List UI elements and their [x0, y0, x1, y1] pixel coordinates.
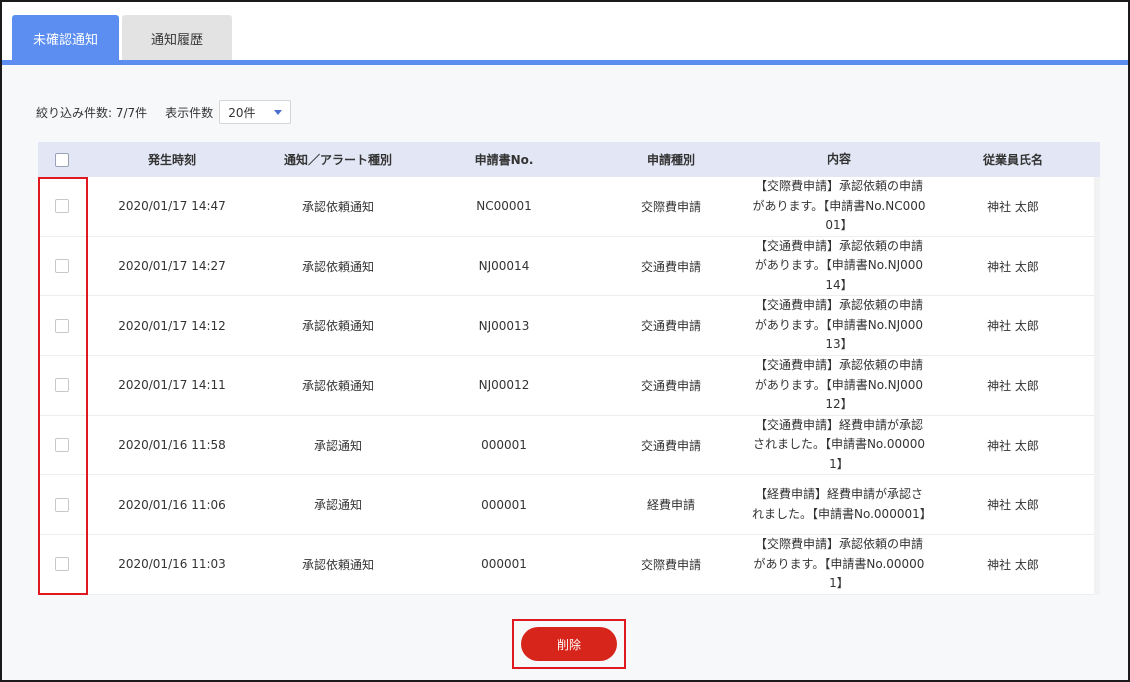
tab-unconfirmed-notifications[interactable]: 未確認通知: [12, 15, 119, 61]
cell-type: 承認通知: [313, 438, 362, 453]
cell-time: 2020/01/16 11:06: [118, 497, 226, 512]
delete-button[interactable]: 削除: [521, 627, 617, 661]
cell-name: 神社 太郎: [987, 557, 1039, 572]
tab-bar: 未確認通知 通知履歴: [12, 15, 232, 61]
cell-content: 【交際費申請】承認依頼の申請があります。【申請書No.NC00001】: [752, 177, 926, 236]
cell-time: 2020/01/17 14:11: [118, 378, 226, 393]
cell-type: 承認通知: [313, 498, 362, 513]
select-all-checkbox[interactable]: [55, 152, 69, 167]
table-row[interactable]: 2020/01/17 14:47 承認依頼通知 NC00001 交際費申請 【交…: [38, 177, 1100, 237]
row-checkbox[interactable]: [55, 378, 69, 393]
cell-no: 000001: [481, 497, 527, 512]
table-scrollbar[interactable]: [1094, 177, 1100, 595]
cell-type: 承認依頼通知: [301, 319, 374, 334]
cell-content-text: 【交際費申請】承認依頼の申請があります。【申請書No.NC00001】: [752, 179, 926, 233]
cell-name: 神社 太郎: [987, 319, 1039, 334]
cell-kind: 交通費申請: [640, 259, 701, 274]
cell-no: NJ00012: [478, 378, 530, 393]
cell-time: 2020/01/16 11:03: [118, 557, 226, 572]
cell-kind: 交際費申請: [640, 199, 701, 214]
cell-type: 承認依頼通知: [301, 557, 374, 572]
header-name: 従業員氏名: [982, 153, 1043, 167]
cell-time: 2020/01/17 14:27: [118, 259, 226, 274]
cell-content-text: 【交通費申請】経費申請が承認されました。【申請書No.000001】: [752, 417, 926, 471]
table-row[interactable]: 2020/01/16 11:06 承認通知 000001 経費申請 【経費申請】…: [38, 475, 1100, 536]
row-checkbox[interactable]: [55, 497, 69, 512]
cell-time: 2020/01/17 14:47: [118, 199, 226, 214]
chevron-down-icon: [274, 109, 283, 115]
cell-kind: 交際費申請: [640, 557, 701, 572]
row-check-cell: [38, 199, 86, 214]
row-check-cell: [38, 557, 86, 572]
page-size-select[interactable]: 20件: [219, 100, 292, 124]
page-size-value: 20件: [228, 105, 256, 120]
delete-button-highlight: 削除: [512, 619, 626, 669]
cell-type: 承認依頼通知: [301, 378, 374, 393]
cell-name: 神社 太郎: [987, 498, 1039, 513]
cell-content: 【交通費申請】経費申請が承認されました。【申請書No.000001】: [752, 416, 926, 475]
header-check-cell: [38, 152, 86, 167]
row-check-cell: [38, 318, 86, 333]
tab-notification-history[interactable]: 通知履歴: [122, 15, 232, 61]
row-checkbox[interactable]: [55, 199, 69, 214]
cell-no: 000001: [481, 438, 527, 453]
page-size-label: 表示件数: [165, 105, 214, 120]
header-kind: 申請種別: [646, 153, 695, 167]
cell-no: NJ00013: [478, 318, 530, 333]
cell-no: NJ00014: [478, 259, 530, 274]
cell-kind: 交通費申請: [640, 438, 701, 453]
cell-name: 神社 太郎: [987, 438, 1039, 453]
table-row[interactable]: 2020/01/16 11:03 承認依頼通知 000001 交際費申請 【交際…: [38, 535, 1100, 595]
header-content: 内容: [752, 150, 926, 170]
cell-content: 【交通費申請】承認依頼の申請があります。【申請書No.NJ00012】: [752, 356, 926, 415]
filter-count: 絞り込み件数: 7/7件: [36, 105, 148, 120]
notification-table: 発生時刻 通知／アラート種別 申請書No. 申請種別 内容 従業員氏名 2020…: [38, 142, 1100, 595]
cell-no: NC00001: [476, 199, 532, 214]
cell-content-text: 【交通費申請】承認依頼の申請があります。【申請書No.NJ00012】: [754, 358, 924, 412]
cell-content: 【交通費申請】承認依頼の申請があります。【申請書No.NJ00013】: [752, 296, 926, 355]
cell-kind: 交通費申請: [640, 378, 701, 393]
cell-name: 神社 太郎: [987, 259, 1039, 274]
table-row[interactable]: 2020/01/16 11:58 承認通知 000001 交通費申請 【交通費申…: [38, 416, 1100, 476]
cell-name: 神社 太郎: [987, 378, 1039, 393]
cell-content: 【交際費申請】承認依頼の申請があります。【申請書No.000001】: [752, 535, 926, 594]
cell-no: 000001: [481, 557, 527, 572]
table-row[interactable]: 2020/01/17 14:11 承認依頼通知 NJ00012 交通費申請 【交…: [38, 356, 1100, 416]
filter-row: 絞り込み件数: 7/7件 表示件数 20件: [36, 100, 292, 124]
row-check-cell: [38, 259, 86, 274]
cell-content: 【経費申請】経費申請が承認されました。【申請書No.000001】: [752, 485, 932, 524]
table-header: 発生時刻 通知／アラート種別 申請書No. 申請種別 内容 従業員氏名: [38, 142, 1100, 177]
table-body: 2020/01/17 14:47 承認依頼通知 NC00001 交際費申請 【交…: [38, 177, 1100, 595]
row-checkbox[interactable]: [55, 438, 69, 453]
header-time: 発生時刻: [147, 153, 196, 167]
header-no: 申請書No.: [474, 153, 534, 167]
header-content-label: 内容: [826, 151, 851, 166]
cell-content: 【交通費申請】承認依頼の申請があります。【申請書No.NJ00014】: [752, 237, 926, 296]
row-checkbox[interactable]: [55, 318, 69, 333]
row-check-cell: [38, 497, 86, 512]
cell-content-text: 【交通費申請】承認依頼の申請があります。【申請書No.NJ00014】: [754, 238, 924, 292]
table-row[interactable]: 2020/01/17 14:12 承認依頼通知 NJ00013 交通費申請 【交…: [38, 296, 1100, 357]
cell-type: 承認依頼通知: [301, 259, 374, 274]
cell-name: 神社 太郎: [987, 199, 1039, 214]
row-checkbox[interactable]: [55, 557, 69, 572]
cell-type: 承認依頼通知: [301, 199, 374, 214]
cell-content-text: 【経費申請】経費申請が承認されました。【申請書No.000001】: [752, 487, 932, 521]
row-check-cell: [38, 378, 86, 393]
header-type: 通知／アラート種別: [283, 153, 392, 167]
tab-underline: [2, 60, 1128, 65]
cell-kind: 経費申請: [646, 498, 695, 513]
cell-kind: 交通費申請: [640, 319, 701, 334]
cell-content-text: 【交通費申請】承認依頼の申請があります。【申請書No.NJ00013】: [754, 298, 924, 352]
cell-content-text: 【交際費申請】承認依頼の申請があります。【申請書No.000001】: [753, 537, 925, 591]
cell-time: 2020/01/16 11:58: [118, 438, 226, 453]
row-check-cell: [38, 438, 86, 453]
row-checkbox[interactable]: [55, 259, 69, 274]
cell-time: 2020/01/17 14:12: [118, 318, 226, 333]
table-row[interactable]: 2020/01/17 14:27 承認依頼通知 NJ00014 交通費申請 【交…: [38, 237, 1100, 297]
